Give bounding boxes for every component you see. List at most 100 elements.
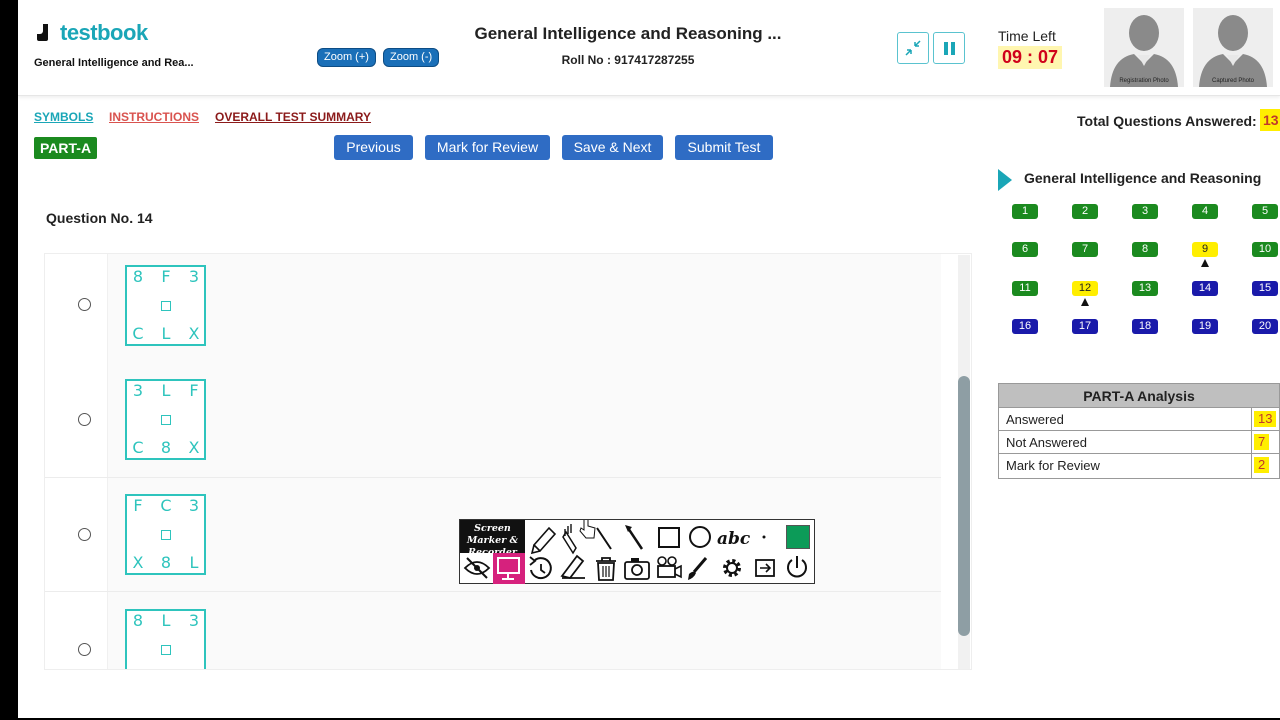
total-answered-value: 13 — [1260, 109, 1280, 131]
section-title: General Intelligence and Reasoning — [1024, 170, 1262, 186]
captured-photo: Captured Photo — [1193, 8, 1273, 87]
answered-count: 13 — [1254, 411, 1277, 427]
palette-question-6[interactable]: 6 — [1012, 242, 1038, 257]
zoom-in-button[interactable]: Zoom (+) — [317, 48, 376, 67]
submit-test-button[interactable]: Submit Test — [675, 135, 773, 160]
video-recorder-icon[interactable] — [657, 556, 682, 579]
header: testbook General Intelligence and Rea...… — [18, 0, 1280, 96]
option-2[interactable]: 3 L F C 8 X — [45, 364, 941, 478]
total-answered-label: Total Questions Answered: — [1077, 113, 1257, 129]
square-symbol — [161, 645, 171, 655]
time-left-label: Time Left — [998, 28, 1056, 44]
palette-question-18[interactable]: 18 — [1132, 319, 1158, 334]
roll-number: Roll No : 917417287255 — [561, 53, 695, 67]
part-a-tab[interactable]: PART-A — [34, 137, 98, 159]
circle-icon[interactable] — [689, 526, 711, 548]
options-list: 8 F 3 C L X 3 L F C 8 X F C 3 X 8 L 8 L … — [44, 253, 972, 670]
time-left-value: 09 : 07 — [998, 46, 1063, 69]
testbook-logo: testbook — [34, 20, 148, 46]
option-2-radio[interactable] — [78, 413, 91, 426]
palette-question-10[interactable]: 10 — [1252, 242, 1278, 257]
palette-question-7[interactable]: 7 — [1072, 242, 1098, 257]
settings-gear-icon[interactable] — [723, 559, 741, 577]
power-icon[interactable] — [787, 556, 807, 578]
hide-eye-icon[interactable] — [463, 557, 491, 579]
palette-question-4[interactable]: 4 — [1192, 204, 1218, 219]
brush-icon[interactable] — [688, 557, 708, 580]
analysis-row-not-answered: Not Answered 7 — [999, 431, 1279, 454]
palette-question-2[interactable]: 2 — [1072, 204, 1098, 219]
previous-button[interactable]: Previous — [334, 135, 413, 160]
option-1[interactable]: 8 F 3 C L X — [45, 254, 941, 368]
palette-question-19[interactable]: 19 — [1192, 319, 1218, 334]
instructions-link[interactable]: INSTRUCTIONS — [109, 110, 199, 124]
palette-question-17[interactable]: 17 — [1072, 319, 1098, 334]
palette-question-12[interactable]: 12 — [1072, 281, 1098, 296]
captured-photo-label: Captured Photo — [1211, 78, 1255, 84]
collapse-icon — [905, 40, 921, 56]
square-symbol — [161, 301, 171, 311]
arrow-icon[interactable] — [625, 525, 644, 550]
square-symbol — [161, 415, 171, 425]
zoom-out-button[interactable]: Zoom (-) — [383, 48, 440, 67]
save-next-button[interactable]: Save & Next — [562, 135, 663, 160]
pencil-icon[interactable] — [530, 526, 557, 555]
section-arrow-icon — [998, 169, 1012, 191]
options-scrollbar-thumb[interactable] — [958, 376, 970, 636]
highlighter-icon[interactable] — [562, 524, 577, 555]
trash-icon[interactable] — [596, 557, 616, 581]
palette-question-20[interactable]: 20 — [1252, 319, 1278, 334]
logo-text: testbook — [60, 20, 148, 45]
line-icon[interactable] — [596, 527, 612, 550]
analysis-title: PART-A Analysis — [999, 384, 1279, 408]
palette-question-9[interactable]: 9 — [1192, 242, 1218, 257]
palette-question-15[interactable]: 15 — [1252, 281, 1278, 296]
palette-question-14[interactable]: 14 — [1192, 281, 1218, 296]
not-answered-count: 7 — [1254, 434, 1270, 450]
option-3-radio[interactable] — [78, 528, 91, 541]
analysis-row-answered: Answered 13 — [999, 408, 1279, 431]
exam-page: testbook General Intelligence and Rea...… — [18, 0, 1280, 718]
palette-question-1[interactable]: 1 — [1012, 204, 1038, 219]
rectangle-icon[interactable] — [658, 527, 680, 548]
palette-question-3[interactable]: 3 — [1132, 204, 1158, 219]
option-3-figure: F C 3 X 8 L — [125, 494, 206, 575]
dot-icon[interactable] — [762, 535, 766, 539]
option-4[interactable]: 8 L 3 C F X — [45, 592, 941, 669]
overall-summary-link[interactable]: OVERALL TEST SUMMARY — [215, 110, 371, 124]
test-title: General Intelligence and Reasoning ... — [474, 24, 782, 43]
exam-subtitle: General Intelligence and Rea... — [34, 57, 194, 69]
exit-window-icon[interactable] — [755, 559, 775, 577]
part-a-analysis-table: PART-A Analysis Answered 13 Not Answered… — [998, 383, 1280, 479]
hand-cursor-icon — [579, 520, 596, 539]
collapse-button[interactable] — [897, 32, 929, 64]
option-2-figure: 3 L F C 8 X — [125, 379, 206, 460]
camera-icon[interactable] — [624, 558, 650, 580]
registration-photo: Registration Photo — [1104, 8, 1184, 87]
text-tool-icon[interactable]: abc — [717, 529, 751, 549]
undo-history-icon[interactable] — [529, 556, 552, 580]
eraser-icon[interactable] — [560, 554, 585, 580]
option-1-radio[interactable] — [78, 298, 91, 311]
color-picker-swatch[interactable] — [786, 525, 810, 549]
user-silhouette-icon — [1199, 15, 1267, 87]
review-marker-icon — [1081, 298, 1089, 306]
screen-marker-toolbar: Screen Marker & Recorder — [459, 519, 815, 584]
palette-question-8[interactable]: 8 — [1132, 242, 1158, 257]
palette-question-16[interactable]: 16 — [1012, 319, 1038, 334]
screen-icon[interactable] — [497, 557, 520, 580]
review-marker-icon — [1201, 259, 1209, 267]
mark-for-review-button[interactable]: Mark for Review — [425, 135, 550, 160]
palette-question-13[interactable]: 13 — [1132, 281, 1158, 296]
option-1-figure: 8 F 3 C L X — [125, 265, 206, 346]
analysis-row-review: Mark for Review 2 — [999, 454, 1279, 478]
symbols-link[interactable]: SYMBOLS — [34, 110, 93, 124]
review-count: 2 — [1254, 457, 1270, 473]
pause-button[interactable] — [933, 32, 965, 64]
user-silhouette-icon — [1110, 15, 1178, 87]
palette-question-5[interactable]: 5 — [1252, 204, 1278, 219]
option-4-figure: 8 L 3 C F X — [125, 609, 206, 669]
option-4-radio[interactable] — [78, 643, 91, 656]
palette-question-11[interactable]: 11 — [1012, 281, 1038, 296]
square-symbol — [161, 530, 171, 540]
